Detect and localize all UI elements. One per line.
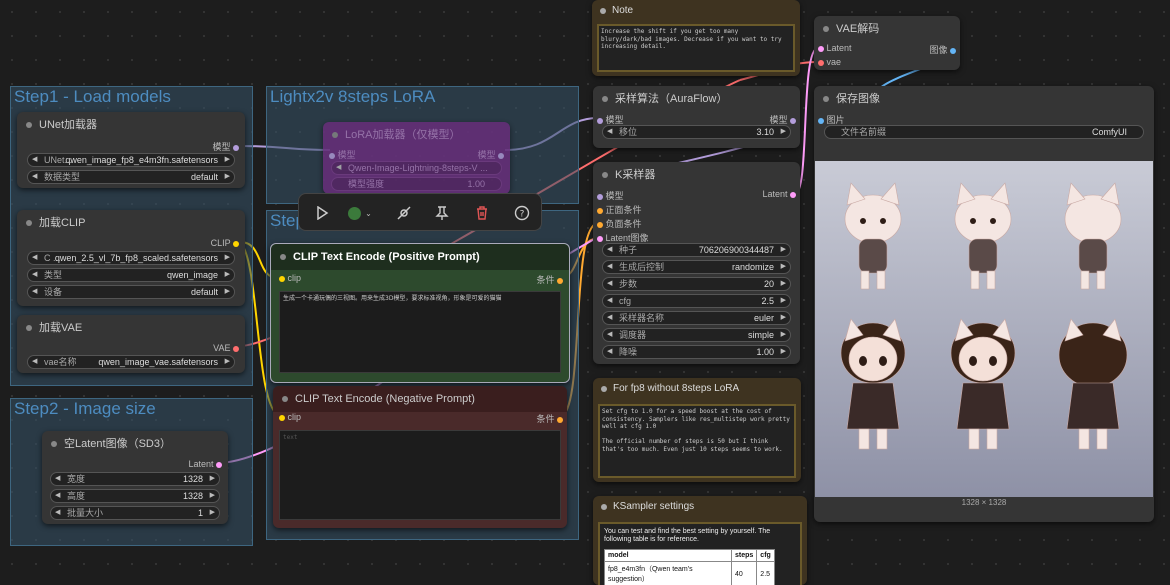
shift-widget[interactable]: ◀ 移位 3.10 ▶ [602,125,791,139]
sampler-widget[interactable]: ◀ 采样器名称 euler ▶ [602,311,791,325]
device-widget[interactable]: ◀ 设备 default ▶ [27,285,235,299]
vae-loader-node[interactable]: 加载VAE VAE ◀ vae名称 qwen_image_vae.safetenso… [17,315,245,373]
seed-widget[interactable]: ◀ 种子 706206900344487 ▶ [602,243,791,257]
output-slot[interactable]: 条件 [536,412,563,425]
dtype-widget[interactable]: ◀ 数据类型 default ▶ [27,170,235,184]
save-image-node[interactable]: 保存图像 图片 文件名前缀 ComfyUI 1328 × 1328 [814,86,1154,522]
node-title: 加载VAE [17,315,245,341]
group-title: Step1 - Load models [14,87,171,106]
group-title: Lightx2v 8steps LoRA [270,87,436,106]
note-text[interactable]: Set cfg to 1.0 for a speed boost at the … [598,404,796,478]
svg-text:?: ? [520,210,525,220]
selection-toolbar: ⌄ ? [298,193,542,231]
input-slot-vae[interactable]: vae [818,57,841,67]
table-header: cfg [756,549,775,562]
settings-body: You can test and find the best setting b… [598,522,802,585]
lora-name-widget[interactable]: ◀ Qwen-Image-Lightning-8steps-V ... [331,161,502,175]
negative-prompt-node[interactable]: CLIP Text Encode (Negative Prompt) clip … [273,386,567,528]
node-title: For fp8 without 8steps LoRA [593,378,801,400]
fp8-note-node[interactable]: For fp8 without 8steps LoRA Set cfg to 1… [593,378,801,482]
bypass-icon[interactable] [393,203,415,223]
settings-table: model steps cfg fp8_e4m3fn（Qwen team's sug… [604,549,775,585]
table-header: steps [730,549,758,562]
control-widget[interactable]: ◀ 生成后控制 randomize ▶ [602,260,791,274]
image-size-label: 1328 × 1328 [961,498,1007,507]
filename-prefix-widget[interactable]: 文件名前缀 ComfyUI [824,125,1144,139]
prompt-textarea[interactable]: text [279,430,561,520]
vae-decode-node[interactable]: VAE解码 Latent vae 图像 [814,16,960,70]
delete-icon[interactable] [471,203,493,223]
node-title: Note [592,0,800,22]
table-row: fp8_e4m3fn（Qwen team's suggestion） 40 2.5 [604,561,775,585]
clip-type-widget[interactable]: ◀ 类型 qwen_image ▶ [27,268,235,282]
output-slot[interactable]: Latent [762,189,796,199]
steps-widget[interactable]: ◀ 步数 20 ▶ [602,277,791,291]
node-title: CLIP Text Encode (Positive Prompt) [271,244,569,270]
help-icon[interactable]: ? [511,203,533,223]
node-title: CLIP Text Encode (Negative Prompt) [273,386,567,412]
input-slot[interactable]: 模型 [329,148,356,161]
node-title: 加载CLIP [17,210,245,236]
cat-figures-image [840,182,1128,450]
output-slot[interactable]: CLIP [211,238,239,248]
unet-name-widget[interactable]: ◀ UNet... qwen_image_fp8_e4m3fn.safetensor… [27,153,235,167]
group-title: Step2 - Image size [14,399,156,418]
node-title: 空Latent图像（SD3） [42,431,228,457]
output-slot[interactable]: VAE [213,343,239,353]
denoise-widget[interactable]: ◀ 降噪 1.00 ▶ [602,345,791,359]
color-picker-icon[interactable]: ⌄ [345,203,375,223]
output-slot[interactable]: 模型 [477,148,504,161]
node-title: VAE解码 [814,16,960,42]
preview-image[interactable] [815,161,1153,497]
input-slot-model[interactable]: 模型 [597,189,624,202]
output-slot[interactable]: Latent [188,459,222,469]
prompt-textarea[interactable]: 生成一个卡通玩偶的三视图。用来生成3D模型，要求标准视角，形象是可爱的猫猫 [279,291,561,373]
height-widget[interactable]: ◀ 高度 1328 ▶ [50,489,220,503]
lora-loader-node[interactable]: LoRA加载器（仅模型） 模型 模型 ◀ Qwen-Image-Lightning… [323,122,510,194]
output-slot[interactable]: 条件 [536,273,563,286]
clip-loader-node[interactable]: 加载CLIP CLIP ◀ C ... qwen_2.5_vl_7b_fp8_sca… [17,210,245,306]
node-title: 采样算法（AuraFlow） [593,86,800,112]
pin-icon[interactable] [431,203,453,223]
output-slot[interactable]: 图像 [929,43,956,56]
note-text[interactable]: Increase the shift if you get too many b… [597,24,795,72]
cfg-widget[interactable]: ◀ cfg 2.5 ▶ [602,294,791,308]
positive-prompt-node[interactable]: CLIP Text Encode (Positive Prompt) clip … [270,243,570,383]
unet-loader-node[interactable]: UNet加载器 模型 ◀ UNet... qwen_image_fp8_e4m3fn… [17,112,245,188]
input-slot-positive[interactable]: 正面条件 [597,203,642,216]
input-slot-latent[interactable]: Latent [818,43,852,53]
settings-intro: You can test and find the best setting b… [604,528,771,543]
ksampler-node[interactable]: K采样器 模型 正面条件 负面条件 Latent图像 Latent ◀ 种子 706… [593,162,800,364]
auraflow-node[interactable]: 采样算法（AuraFlow） 模型 模型 ◀ 移位 3.10 ▶ [593,86,800,148]
node-title: KSampler settings [593,496,807,518]
note-node[interactable]: Note Increase the shift if you get too m… [592,0,800,76]
table-header: model [604,549,732,562]
lora-strength-widget[interactable]: 模型强度 1.00 [331,177,502,191]
scheduler-widget[interactable]: ◀ 调度器 simple ▶ [602,328,791,342]
ksampler-settings-node[interactable]: KSampler settings You can test and find … [593,496,807,585]
run-icon[interactable] [311,203,333,223]
input-slot-negative[interactable]: 负面条件 [597,217,642,230]
vae-name-widget[interactable]: ◀ vae名称 qwen_image_vae.safetensors ▶ [27,355,235,369]
batch-size-widget[interactable]: ◀ 批量大小 1 ▶ [50,506,220,520]
output-slot[interactable]: 模型 [212,140,239,153]
width-widget[interactable]: ◀ 宽度 1328 ▶ [50,472,220,486]
node-title: K采样器 [593,162,800,188]
empty-latent-node[interactable]: 空Latent图像（SD3） Latent ◀ 宽度 1328 ▶ ◀ 高度 1328 ▶ … [42,431,228,524]
input-slot[interactable]: clip [279,273,301,283]
node-title: LoRA加载器（仅模型） [323,122,510,148]
node-title: 保存图像 [814,86,1154,112]
clip-name-widget[interactable]: ◀ C ... qwen_2.5_vl_7b_fp8_scaled.safetens… [27,251,235,265]
input-slot[interactable]: clip [279,412,301,422]
node-title: UNet加载器 [17,112,245,138]
